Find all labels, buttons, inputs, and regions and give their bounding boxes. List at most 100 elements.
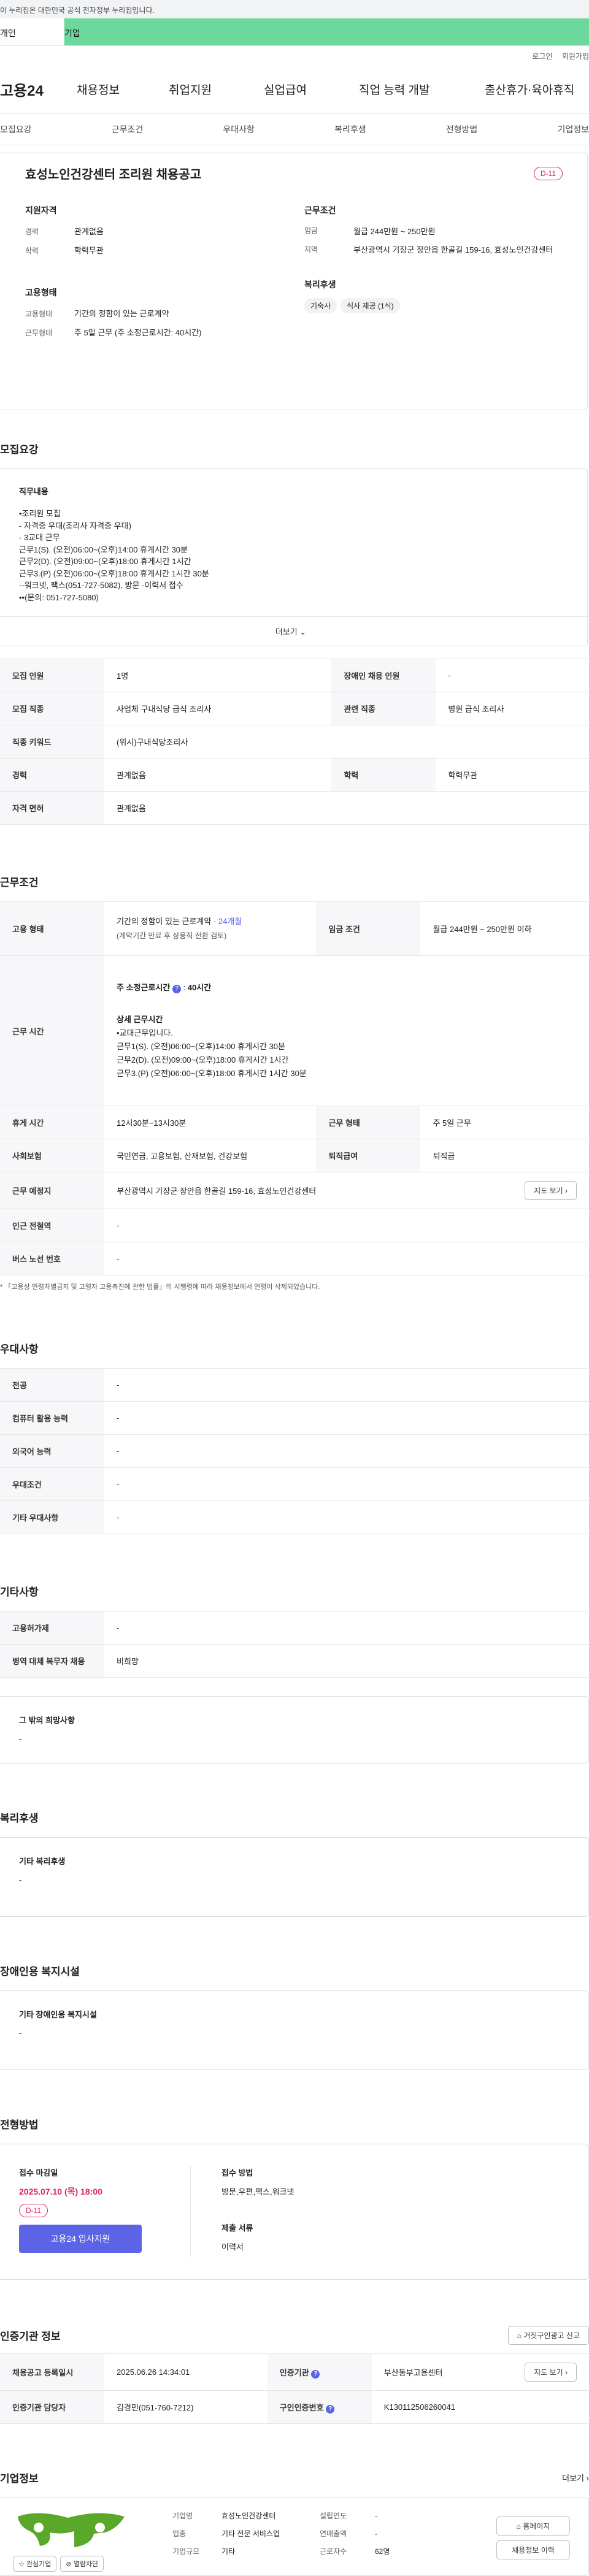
method-label: 접수 방법 — [221, 2168, 253, 2177]
etc-title: 기타사항 — [0, 1586, 39, 1598]
company-size-label: 기업규모 — [172, 2547, 200, 2556]
agency-section: 인증기관 정보 ⌂ 거짓구인광고 신고 채용공고 등록일시 2025.06.26… — [0, 2326, 589, 2424]
row-label: 외국어 능력 — [0, 1434, 104, 1468]
page-title: 효성노인건강센터 조리원 채용공고 — [25, 168, 202, 182]
process-title: 전형방법 — [0, 2119, 39, 2131]
area-label: 지역 — [304, 245, 318, 254]
weekly-hours-label: 주 소정근로시간 — [117, 982, 171, 992]
nav-item-training[interactable]: 직업 능력 개발 — [359, 81, 485, 97]
table-row: 휴게 시간 12시30분~13시30분 근무 형태 주 5일 근무 — [0, 1106, 589, 1139]
emp-value: 기간의 정함이 있는 근로계약 · 24개월 (계약기간 만료 후 상용직 전환 … — [104, 901, 317, 956]
info-icon[interactable]: ? — [326, 2404, 335, 2414]
info-icon[interactable]: ? — [172, 984, 181, 993]
disabled-sub: 기타 장애인용 복지시설 — [19, 2010, 97, 2019]
table-row: 경력 관계없음 학력 학력무관 — [0, 758, 589, 792]
emp-months: 24개월 — [218, 917, 242, 927]
industry-label: 업종 — [172, 2529, 187, 2539]
job-history-label: 채용정보 이력 — [512, 2546, 555, 2555]
welfare-summary-title: 복리후생 — [304, 279, 336, 289]
welfare-chip: 기숙사 — [304, 297, 337, 313]
table-row: 직종 키워드 (위시)구내식당조리사 — [0, 725, 589, 759]
row-value: - — [104, 1434, 589, 1468]
row-value: 퇴직금 — [420, 1139, 589, 1172]
agency-map-button[interactable]: 지도 보기 › — [525, 2363, 577, 2382]
table-row: 우대조건 - — [0, 1467, 589, 1501]
report-button-label: 거짓구인광고 신고 — [523, 2331, 580, 2340]
tab-personal[interactable]: 개인 — [0, 18, 64, 45]
chevron-right-icon: › — [565, 1187, 568, 1195]
area-value: 부산광역시 기장군 장안읍 한골길 159-16, 효성노인건강센터 — [353, 245, 553, 254]
auth-value: K130112506260041 — [371, 2390, 589, 2424]
company-info-col-1: 기업명 효성노인건강센터 업종 기타 전문 서비스업 기업규모 기타 — [172, 2510, 320, 2563]
top-links: 로그인 회원가입 — [0, 46, 589, 64]
emp-label: 고용 형태 — [0, 901, 104, 956]
signup-link[interactable]: 회원가입 — [562, 52, 589, 61]
company-name-value: 효성노인건강센터 — [221, 2512, 276, 2520]
nav-item-parental-leave[interactable]: 출산휴가·육아휴직 — [485, 81, 574, 97]
row-label: 학력 — [331, 758, 436, 792]
homepage-button[interactable]: ⌂ 홈페이지 — [496, 2517, 570, 2536]
pref-section: 우대사항 전공 - 컴퓨터 활용 능력 - 외국어 능력 - 우대조건 - 기타 우대사항 - — [0, 1340, 589, 1534]
tab-process[interactable]: 전형방법 — [446, 123, 478, 136]
reg-label: 채용공고 등록일시 — [0, 2353, 104, 2391]
report-button[interactable]: ⌂ 거짓구인광고 신고 — [507, 2326, 589, 2345]
info-icon[interactable]: ? — [311, 2369, 320, 2379]
detail-hours-line: 근무3.(P) (오전)06:00~(오후)18:00 휴게시간 1시간 30분 — [117, 1069, 307, 1079]
row-label: 기타 우대사항 — [0, 1500, 104, 1534]
nav-item-jobs[interactable]: 채용정보 — [77, 81, 169, 97]
company-size-value: 기타 — [221, 2547, 236, 2556]
company-more-link[interactable]: 더보기 › — [562, 2472, 589, 2483]
conditions-title: 근무조건 — [304, 205, 336, 215]
block-view-button[interactable]: ⊘ 열람차단 — [60, 2556, 104, 2572]
job-history-button[interactable]: 채용정보 이력 — [496, 2540, 570, 2559]
map-button[interactable]: 지도 보기 › — [525, 1181, 577, 1200]
chevron-right-icon: › — [565, 2368, 568, 2377]
table-row: 전공 - — [0, 1368, 589, 1402]
nav-item-unemployment[interactable]: 실업급여 — [264, 81, 359, 97]
company-section: 기업정보 더보기 › ☆ 관심기업 ⊘ 열람차단 기업명 효성노인건강센터 업종 기… — [0, 2470, 589, 2576]
welfare-section: 복리후생 기타 복리후생 - — [0, 1810, 589, 1917]
manager-value: 김경민(051-760-7212) — [104, 2390, 268, 2424]
tab-welfare[interactable]: 복리후생 — [334, 123, 366, 136]
workcond-title: 근무조건 — [0, 877, 39, 889]
tab-company-info[interactable]: 기업정보 — [557, 123, 589, 136]
revenue-value: - — [375, 2529, 377, 2539]
job-desc-text: •조리원 모집 - 자격증 우대(조리사 자격증 우대) - 3교대 근무 근무1(S… — [19, 508, 563, 603]
work-form-value: 주 5일 근무 (주 소정근로시간: 40시간) — [74, 328, 202, 337]
login-link[interactable]: 로그인 — [532, 52, 552, 61]
tab-recruit[interactable]: 모집요강 — [0, 123, 32, 136]
career-value: 관계없음 — [74, 227, 104, 236]
tab-preferences[interactable]: 우대사항 — [223, 123, 255, 136]
chevron-down-icon: ⌄ — [299, 627, 307, 636]
wage-cond-label: 임금 조건 — [316, 901, 421, 956]
recruit-title: 모집요강 — [0, 444, 39, 456]
job-desc-line: - 자격증 우대(조리사 자격증 우대) — [19, 521, 131, 530]
station-label: 인근 전철역 — [0, 1209, 104, 1242]
work-time-value: 주 소정근로시간 ? : 40시간 상세 근무시간 •교대근무입니다. 근무1(S… — [104, 955, 589, 1106]
other-wish-box: 그 밖의 희망사항 - — [0, 1696, 589, 1764]
tab-work-conditions[interactable]: 근무조건 — [112, 123, 144, 136]
summary-card: 효성노인건강센터 조리원 채용공고 D-11 지원자격 경력 관계없음 학력 학력무… — [0, 153, 588, 410]
apply-button[interactable]: 고용24 입사지원 — [19, 2225, 142, 2253]
agency-label-text: 인증기관 — [279, 2368, 309, 2377]
agency-table: 채용공고 등록일시 2025.06.26 14:34:01 인증기관 ? 부산동… — [0, 2353, 589, 2424]
site-logo[interactable]: 고용24 — [0, 78, 77, 100]
favorite-company-button[interactable]: ☆ 관심기업 — [13, 2556, 57, 2572]
company-name-label: 기업명 — [172, 2512, 193, 2520]
row-label: 관련 직종 — [331, 692, 436, 725]
row-label: 모집 인원 — [0, 659, 104, 692]
nav-item-employment-support[interactable]: 취업지원 — [169, 81, 264, 97]
table-row: 외국어 능력 - — [0, 1434, 589, 1468]
agency-map-label: 지도 보기 — [534, 2368, 563, 2377]
industry-value: 기타 전문 서비스업 — [221, 2529, 280, 2539]
founded-value: - — [375, 2512, 377, 2520]
company-more-label: 더보기 — [562, 2474, 585, 2483]
welfare-box: 기타 복리후생 - — [0, 1837, 589, 1917]
table-row: 고용허가제 - — [0, 1611, 589, 1645]
manager-label: 인증기관 담당자 — [0, 2390, 104, 2424]
bus-value: - — [104, 1242, 589, 1275]
other-wish-title: 그 밖의 희망사항 — [19, 1716, 75, 1725]
tab-company[interactable]: 기업 — [64, 18, 589, 45]
more-button[interactable]: 더보기 ⌄ — [0, 616, 587, 646]
row-label: 병역 대체 복무자 채용 — [0, 1644, 104, 1678]
